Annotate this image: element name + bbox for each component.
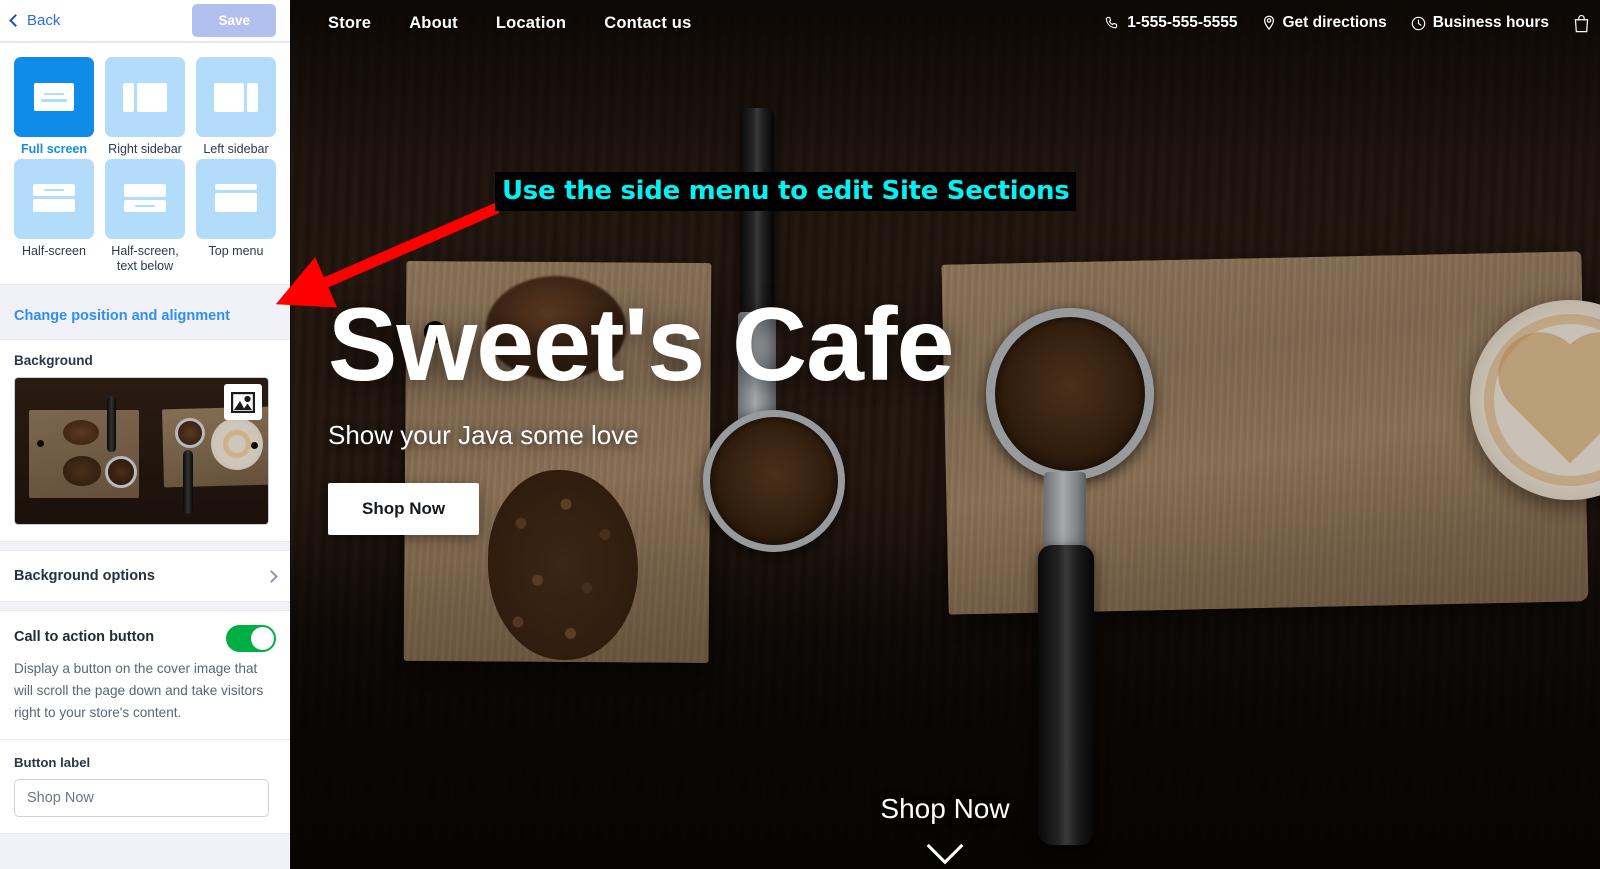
nav-phone-label: 1-555-555-5555 — [1127, 14, 1238, 31]
nav-get-directions[interactable]: Get directions — [1262, 14, 1387, 32]
change-position-row: Change position and alignment — [0, 293, 290, 339]
background-options-row[interactable]: Background options — [0, 550, 290, 602]
layout-option-half-screen[interactable]: Half-screen — [14, 159, 94, 274]
layout-right-sidebar-icon — [105, 57, 185, 137]
decor-portafilter-basket-right — [986, 308, 1154, 480]
layout-option-full-screen[interactable]: Full screen — [14, 57, 94, 157]
cta-toggle[interactable] — [226, 625, 276, 652]
layout-option-label: Full screen — [21, 142, 87, 156]
hero-block: Sweet's Cafe Show your Java some love Sh… — [328, 287, 954, 536]
nav-phone-number[interactable]: 1-555-555-5555 — [1105, 14, 1238, 32]
nav-link-contact-us[interactable]: Contact us — [604, 14, 691, 33]
preview-nav-links: Store About Location Contact us — [328, 14, 691, 33]
button-label-field-label: Button label — [14, 755, 91, 770]
layout-picker-card: Full screen Right sidebar Left sidebar H… — [0, 42, 290, 285]
image-icon — [224, 384, 262, 420]
chevron-right-icon — [265, 569, 278, 583]
background-options-label: Background options — [14, 568, 155, 584]
layout-option-label: Half-screen, text below — [111, 244, 179, 273]
save-button[interactable]: Save — [192, 4, 276, 37]
layout-option-top-menu[interactable]: Top menu — [196, 159, 276, 274]
layout-options-grid: Full screen Right sidebar Left sidebar H… — [14, 57, 276, 274]
layout-option-left-sidebar[interactable]: Left sidebar — [196, 57, 276, 157]
layout-full-screen-icon — [14, 57, 94, 137]
chevron-left-icon — [9, 14, 22, 27]
layout-option-label: Left sidebar — [203, 142, 269, 156]
change-position-and-alignment-link[interactable]: Change position and alignment — [4, 308, 230, 324]
hero-shop-now-button[interactable]: Shop Now — [328, 483, 480, 536]
layout-option-label: Top menu — [208, 244, 264, 258]
hero-subtitle: Show your Java some love — [328, 420, 639, 451]
call-to-action-card: Call to action button Display a button o… — [0, 610, 290, 834]
nav-business-hours-label: Business hours — [1432, 14, 1549, 31]
nav-link-store[interactable]: Store — [328, 14, 371, 33]
layout-half-screen-text-below-icon — [105, 159, 185, 239]
phone-icon — [1105, 16, 1120, 31]
cta-toggle-knob — [251, 627, 274, 650]
hero-title: Sweet's Cafe — [328, 287, 954, 403]
layout-option-label: Right sidebar — [108, 142, 182, 156]
background-label: Background — [14, 353, 93, 368]
site-preview: Store About Location Contact us 1-555-55… — [290, 0, 1600, 869]
button-label-input[interactable] — [14, 779, 269, 817]
layout-half-screen-icon — [14, 159, 94, 239]
layout-option-right-sidebar[interactable]: Right sidebar — [105, 57, 185, 157]
map-pin-icon — [1262, 15, 1276, 31]
background-thumbnail[interactable] — [14, 377, 269, 525]
layout-option-half-screen-text-below[interactable]: Half-screen, text below — [105, 159, 185, 274]
cta-title: Call to action button — [14, 629, 155, 645]
background-card: Background — [0, 339, 290, 542]
back-button[interactable]: Back — [8, 12, 60, 29]
editor-side-panel: Back Save Full screen Right sidebar Left… — [0, 0, 290, 869]
clock-icon — [1411, 16, 1426, 31]
nav-get-directions-label: Get directions — [1282, 14, 1387, 31]
nav-link-about[interactable]: About — [409, 14, 458, 33]
decor-portafilter-handle-bottom — [1038, 545, 1094, 845]
shopping-bag-icon[interactable] — [1573, 14, 1592, 33]
panel-header: Back Save — [0, 0, 290, 42]
layout-top-menu-icon — [196, 159, 276, 239]
nav-link-location[interactable]: Location — [496, 14, 566, 33]
cta-description: Display a button on the cover image that… — [14, 661, 264, 720]
back-button-label: Back — [27, 12, 61, 29]
preview-top-nav: Store About Location Contact us 1-555-55… — [290, 0, 1600, 46]
nav-business-hours[interactable]: Business hours — [1411, 14, 1549, 32]
layout-left-sidebar-icon — [196, 57, 276, 137]
layout-option-label: Half-screen — [22, 244, 86, 258]
preview-nav-info: 1-555-555-5555 Get directions Business h… — [1105, 14, 1594, 33]
